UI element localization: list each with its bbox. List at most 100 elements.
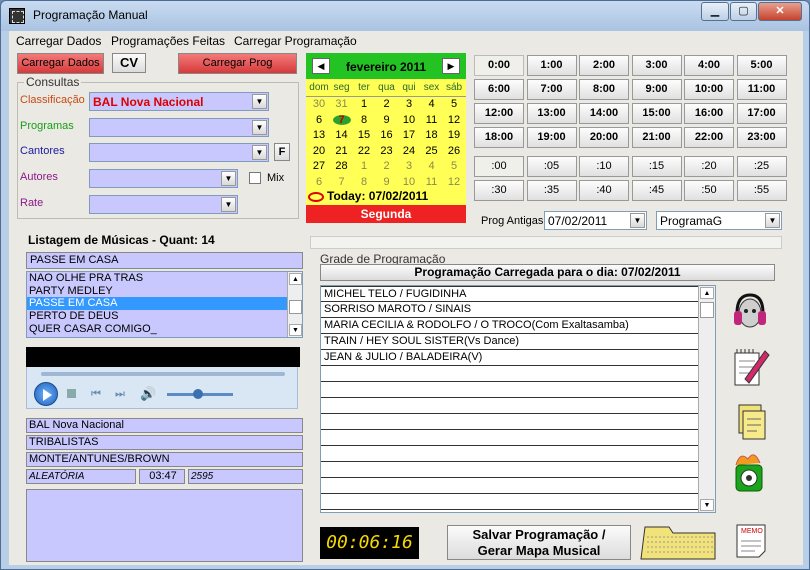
calendar-day[interactable]: 12 [443,114,465,126]
song-list-scrollbar[interactable]: ▲ ▼ [287,272,302,337]
hour-button[interactable]: 18:00 [474,127,524,148]
memo-icon[interactable]: MEMO [733,521,769,561]
grade-list[interactable]: MICHEL TELO / FUGIDINHA SORRISO MAROTO / … [320,285,716,513]
calendar-day[interactable]: 10 [398,176,420,188]
grade-row[interactable] [321,430,699,446]
calendar-day[interactable]: 16 [376,129,398,141]
rate-combo[interactable]: ▼ [89,195,238,214]
trash-fire-icon[interactable] [728,449,770,495]
hour-button[interactable]: 8:00 [579,79,629,100]
hour-button[interactable]: 22:00 [684,127,734,148]
next-icon[interactable]: ⏭ [115,388,125,401]
calendar-day[interactable]: 13 [308,129,330,141]
hour-button[interactable]: 21:00 [631,127,682,148]
calendar-day[interactable]: 5 [443,98,465,110]
classificacao-combo[interactable]: BAL Nova Nacional ▼ [89,92,269,111]
minute-button[interactable]: :40 [579,180,629,201]
seek-bar[interactable] [41,372,285,376]
grade-row[interactable]: SORRISO MAROTO / SINAIS [321,302,699,318]
grade-row[interactable]: MICHEL TELO / FUGIDINHA [321,286,699,302]
prev-month-button[interactable]: ◀ [312,58,330,74]
carregar-prog-button[interactable]: Carregar Prog [178,53,297,74]
song-list-item[interactable]: PARTY MEDLEY [27,285,302,298]
hour-button[interactable]: 4:00 [684,55,734,76]
menu-carregar-dados[interactable]: Carregar Dados [16,34,101,48]
grade-row[interactable]: TRAIN / HEY SOUL SISTER(Vs Dance) [321,334,699,350]
hour-button[interactable]: 1:00 [526,55,577,76]
close-button[interactable]: ✕ [758,2,802,21]
calendar-day[interactable]: 20 [308,145,330,157]
sticky-notes-icon[interactable] [733,401,769,443]
song-list[interactable]: NAO OLHE PRA TRAS PARTY MEDLEY PASSE EM CA… [26,271,303,338]
calendar-day[interactable]: 31 [331,98,353,110]
scroll-thumb[interactable] [289,300,302,314]
calendar-day[interactable]: 4 [421,98,443,110]
grade-row[interactable] [321,382,699,398]
hour-button[interactable]: 15:00 [631,103,682,124]
calendar-day[interactable]: 9 [376,114,398,126]
calendar-day[interactable]: 26 [443,145,465,157]
song-list-item[interactable]: PASSE EM CASA [27,297,302,311]
calendar-day[interactable]: 25 [421,145,443,157]
minute-button[interactable]: :10 [579,156,629,177]
calendar-day[interactable]: 17 [398,129,420,141]
grade-row[interactable] [321,478,699,494]
scroll-up-icon[interactable]: ▲ [289,273,302,285]
calendar-day[interactable]: 3 [398,160,420,172]
hour-button[interactable]: 20:00 [579,127,629,148]
calendar-day[interactable]: 1 [353,98,375,110]
hour-button[interactable]: 16:00 [684,103,734,124]
calendar-day[interactable]: 8 [353,176,375,188]
calendar-day[interactable]: 3 [398,98,420,110]
play-button[interactable] [34,382,58,406]
scroll-down-icon[interactable]: ▼ [700,499,714,511]
minute-button[interactable]: :05 [526,156,577,177]
chevron-down-icon[interactable]: ▼ [221,171,236,186]
calendar-day[interactable]: 24 [398,145,420,157]
calendar-day[interactable]: 2 [376,160,398,172]
hour-button[interactable]: 2:00 [579,55,629,76]
menu-programacoes-feitas[interactable]: Programações Feitas [111,34,225,48]
scroll-down-icon[interactable]: ▼ [289,324,302,336]
calendar-day[interactable]: 4 [421,160,443,172]
grade-row[interactable] [321,462,699,478]
chevron-down-icon[interactable]: ▼ [252,145,267,160]
calendar-day[interactable]: 14 [331,129,353,141]
hour-button[interactable]: 7:00 [526,79,577,100]
hour-button[interactable]: 3:00 [631,55,682,76]
hour-button[interactable]: 19:00 [526,127,577,148]
calendar-day[interactable]: 23 [376,145,398,157]
calendar-day[interactable]: 6 [308,114,330,126]
menu-carregar-programacao[interactable]: Carregar Programação [234,34,357,48]
minute-button[interactable]: :55 [736,180,787,201]
minute-button[interactable]: :50 [684,180,734,201]
mix-checkbox[interactable] [249,172,261,184]
hour-button[interactable]: 10:00 [684,79,734,100]
chevron-down-icon[interactable]: ▼ [765,213,780,228]
hour-button[interactable]: 23:00 [736,127,787,148]
calendar-day[interactable]: 1 [353,160,375,172]
grade-loaded-button[interactable]: Programação Carregada para o dia: 07/02/… [320,264,775,281]
song-list-item[interactable]: QUER CASAR COMIGO_ [27,323,302,336]
calendar-day[interactable]: 9 [376,176,398,188]
calendar-today[interactable]: Today: 07/02/2011 [308,189,428,203]
calendar-day[interactable]: 27 [308,160,330,172]
scroll-thumb[interactable] [700,302,714,318]
grade-row[interactable] [321,414,699,430]
calendar-day[interactable]: 22 [353,145,375,157]
chevron-down-icon[interactable]: ▼ [221,197,236,212]
calendar-day[interactable]: 18 [421,129,443,141]
calendar-day[interactable]: 12 [443,176,465,188]
grade-row[interactable] [321,398,699,414]
carregar-dados-button[interactable]: Carregar Dados [17,53,104,74]
song-list-item[interactable]: NAO OLHE PRA TRAS [27,272,302,285]
scroll-up-icon[interactable]: ▲ [700,287,714,299]
cv-button[interactable]: CV [112,53,146,73]
calendar-day[interactable]: 6 [308,176,330,188]
minute-button[interactable]: :30 [474,180,524,201]
cantores-combo[interactable]: ▼ [89,143,269,162]
hour-button[interactable]: 5:00 [736,55,787,76]
hour-button[interactable]: 14:00 [579,103,629,124]
next-month-button[interactable]: ▶ [442,58,460,74]
hour-button[interactable]: 6:00 [474,79,524,100]
